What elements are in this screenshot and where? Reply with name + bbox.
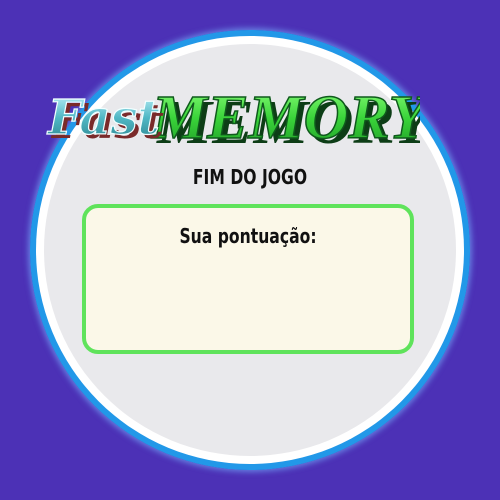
game-over-title: FIM DO JOGO — [192, 165, 308, 189]
logo-fast-text: Fast — [46, 90, 160, 146]
game-logo: MEMORY MEMORY Fast Fast — [45, 83, 420, 157]
score-label: Sua pontuação: — [179, 224, 317, 248]
logo-memory-text: MEMORY — [151, 84, 420, 152]
score-panel: Sua pontuação: — [82, 204, 414, 354]
